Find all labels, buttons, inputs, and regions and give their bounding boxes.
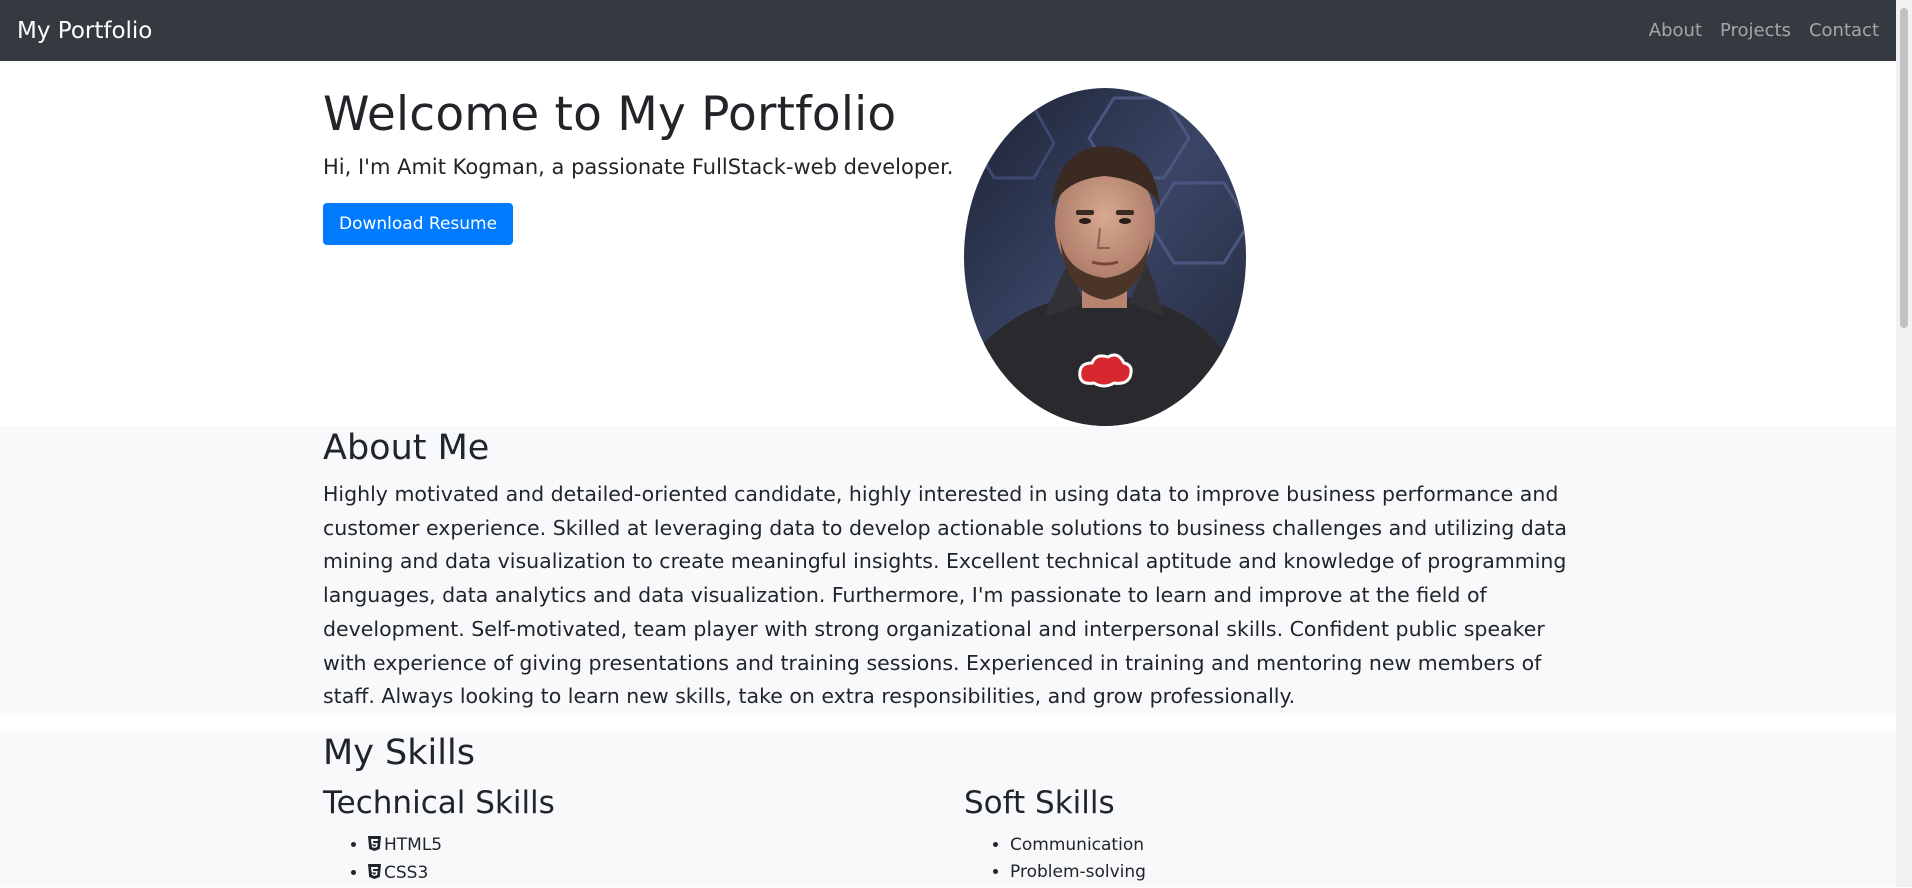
hero-subtitle: Hi, I'm Amit Kogman, a passionate FullSt… [323, 155, 954, 179]
about-title: About Me [323, 428, 490, 468]
hero-title: Welcome to My Portfolio [323, 87, 897, 142]
technical-skills-list: HTML5 CSS3 [342, 832, 442, 888]
nav-links: About Projects Contact [1649, 20, 1879, 41]
soft-skills-list: Communication Problem-solving [984, 832, 1146, 886]
soft-skills-title: Soft Skills [964, 785, 1115, 821]
navbar: My Portfolio About Projects Contact [0, 0, 1896, 61]
list-item: CSS3 [368, 860, 442, 888]
list-item: HTML5 [368, 832, 442, 860]
page-scrollbar[interactable] [1896, 0, 1912, 887]
css3-icon [368, 861, 381, 888]
avatar [964, 88, 1246, 426]
brand-link[interactable]: My Portfolio [17, 18, 152, 44]
skills-title: My Skills [323, 733, 475, 773]
about-text: Highly motivated and detailed-oriented c… [323, 482, 1567, 709]
nav-link-projects[interactable]: Projects [1720, 20, 1791, 41]
skill-label-css3: CSS3 [384, 863, 429, 883]
html5-icon [368, 833, 381, 860]
technical-skills-title: Technical Skills [323, 785, 555, 821]
about-section: About Me Highly motivated and detailed-o… [0, 426, 1896, 713]
download-resume-button[interactable]: Download Resume [323, 203, 514, 245]
hero-section: Welcome to My Portfolio Hi, I'm Amit Kog… [0, 61, 1896, 426]
scrollbar-thumb[interactable] [1900, 8, 1908, 328]
list-item: Problem-solving [1010, 859, 1146, 886]
nav-link-contact[interactable]: Contact [1809, 20, 1879, 41]
list-item: Communication [1010, 832, 1146, 859]
nav-link-about[interactable]: About [1649, 20, 1702, 41]
skills-section: My Skills Technical Skills HTML5 CSS3 So… [0, 731, 1896, 887]
avatar-photo [964, 88, 1246, 426]
skill-label-html5: HTML5 [384, 835, 443, 855]
